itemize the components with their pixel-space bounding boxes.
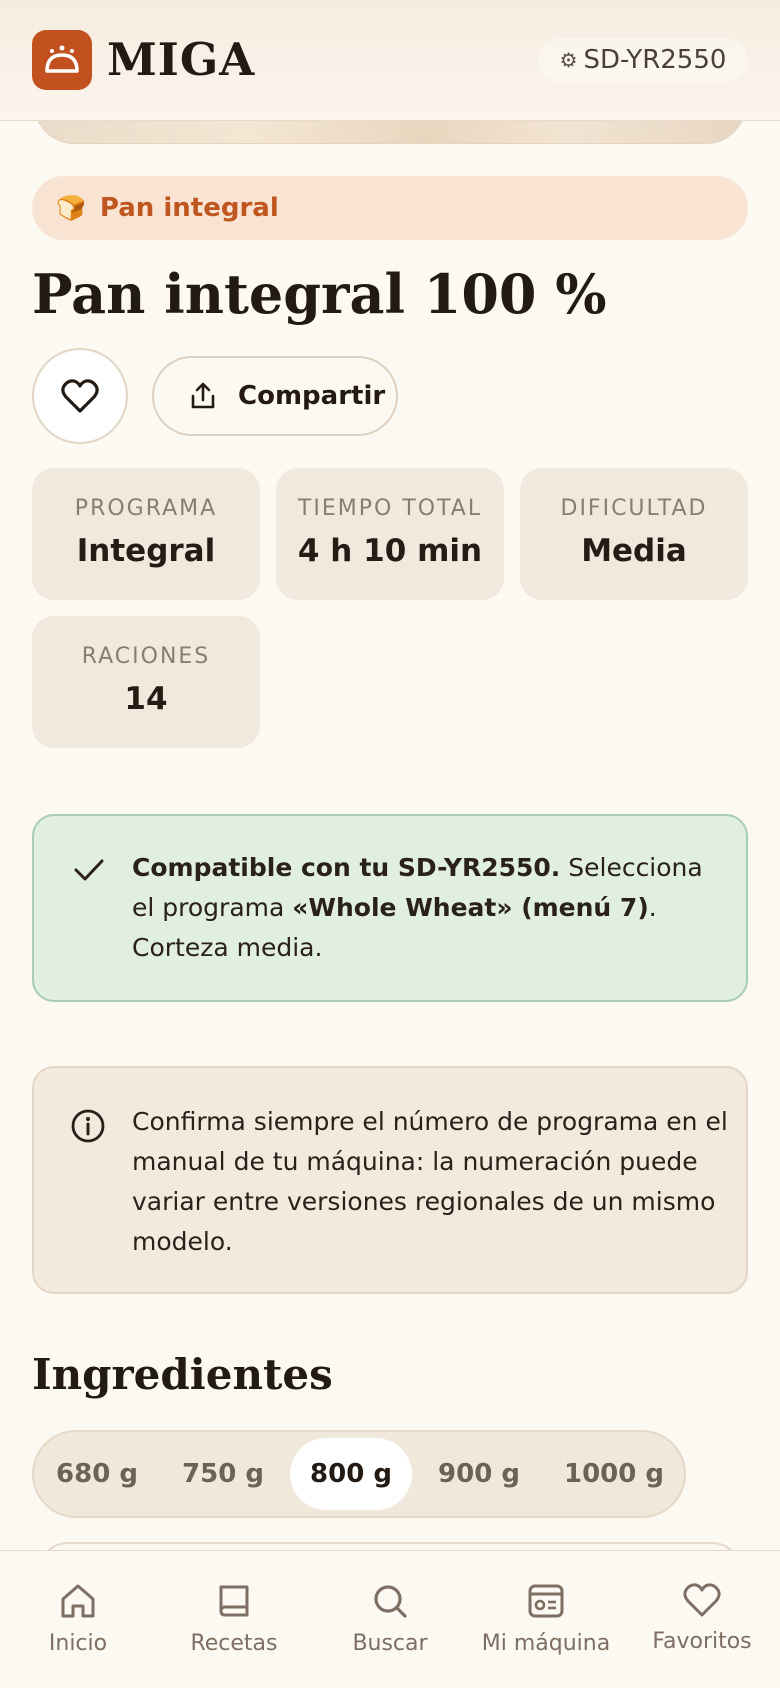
bottom-navigation: Inicio Recetas Buscar Mi máquina Favorit… — [0, 1550, 780, 1688]
program-name: «Whole Wheat» (menú 7) — [292, 893, 649, 922]
book-icon — [219, 1585, 249, 1617]
share-icon — [191, 382, 215, 409]
size-option-900[interactable]: 900 g — [420, 1438, 538, 1510]
stat-label: RACIONES — [81, 644, 211, 669]
app-header: MIGA ⚙ SD-YR2550 — [0, 0, 780, 121]
nav-label: Favoritos — [652, 1629, 752, 1654]
page-title: Pan integral 100 % — [32, 262, 607, 326]
app-logo[interactable] — [32, 30, 92, 90]
compatibility-headline: Compatible con tu SD-YR2550. — [132, 853, 561, 882]
stat-difficulty: DIFICULTAD Media — [520, 468, 748, 600]
nav-item-recetas[interactable]: Recetas — [156, 1551, 312, 1688]
stat-value: Integral — [76, 533, 216, 569]
nav-label: Recetas — [190, 1631, 278, 1656]
ingredients-heading: Ingredientes — [32, 1350, 333, 1399]
gear-icon: ⚙ — [559, 48, 578, 72]
nav-item-favoritos[interactable]: Favoritos — [624, 1551, 780, 1688]
category-chip[interactable]: 🍞 Pan integral — [32, 176, 748, 240]
share-label: Compartir — [238, 381, 386, 411]
bread-icon: 🍞 — [56, 194, 86, 222]
nav-item-inicio[interactable]: Inicio — [0, 1551, 156, 1688]
nav-label: Mi máquina — [481, 1631, 611, 1656]
search-icon — [374, 1585, 407, 1618]
bread-logo-icon — [45, 45, 79, 73]
stat-label: DIFICULTAD — [560, 496, 708, 521]
stat-servings: RACIONES 14 — [32, 616, 260, 748]
compatibility-text: Compatible con tu SD-YR2550. Selecciona … — [132, 848, 732, 968]
brand-name: MIGA — [107, 33, 256, 86]
size-option-750[interactable]: 750 g — [164, 1438, 282, 1510]
favorite-button[interactable] — [32, 348, 128, 444]
stat-label: TIEMPO TOTAL — [297, 496, 483, 521]
stat-value: Media — [581, 533, 687, 569]
device-label: SD-YR2550 — [583, 45, 727, 75]
info-text: Confirma siempre el número de programa e… — [132, 1107, 728, 1256]
nav-label: Inicio — [48, 1631, 108, 1656]
info-icon — [71, 1109, 105, 1143]
check-icon — [74, 859, 104, 881]
info-notice: Confirma siempre el número de programa e… — [32, 1066, 748, 1294]
stat-program: PROGRAMA Integral — [32, 468, 260, 600]
machine-icon — [528, 1584, 564, 1618]
share-button[interactable]: Compartir — [152, 356, 398, 436]
nav-item-mi-maquina[interactable]: Mi máquina — [468, 1551, 624, 1688]
loaf-size-selector: 680 g 750 g 800 g 900 g 1000 g — [32, 1430, 686, 1518]
stat-label: PROGRAMA — [74, 496, 218, 521]
stat-value: 14 — [124, 681, 168, 717]
heart-icon — [683, 1583, 721, 1617]
stat-value: 4 h 10 min — [297, 533, 483, 569]
category-label: Pan integral — [99, 193, 279, 223]
size-option-800[interactable]: 800 g — [290, 1438, 412, 1510]
heart-icon — [61, 379, 99, 413]
compatibility-notice: Compatible con tu SD-YR2550. Selecciona … — [32, 814, 748, 1002]
home-icon — [61, 1584, 95, 1618]
nav-item-buscar[interactable]: Buscar — [312, 1551, 468, 1688]
nav-label: Buscar — [352, 1631, 428, 1656]
stat-total-time: TIEMPO TOTAL 4 h 10 min — [276, 468, 504, 600]
size-option-680[interactable]: 680 g — [40, 1438, 154, 1510]
device-selector[interactable]: ⚙ SD-YR2550 — [538, 38, 748, 82]
size-option-1000[interactable]: 1000 g — [546, 1438, 682, 1510]
